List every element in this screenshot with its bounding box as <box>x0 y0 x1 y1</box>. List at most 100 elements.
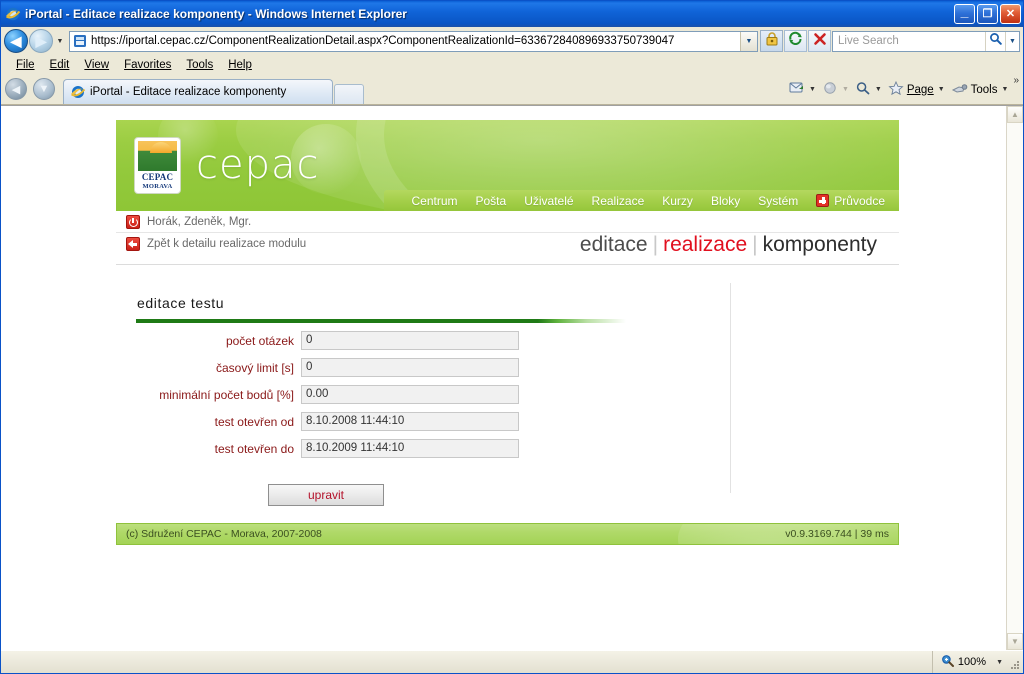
menu-edit[interactable]: Edit <box>43 57 78 73</box>
minimize-glyph: _ <box>960 2 969 19</box>
user-name[interactable]: Horák, Zdeněk, Mgr. <box>147 216 251 228</box>
refresh-button[interactable] <box>784 30 807 52</box>
input-pocet-otazek[interactable]: 0 <box>301 331 519 350</box>
edit-test-panel: editace testu počet otázek 0 časový limi… <box>136 295 626 506</box>
vertical-scrollbar[interactable]: ▲ ▼ <box>1006 106 1023 650</box>
menu-file[interactable]: File <box>9 57 43 73</box>
page-title-separator-1: | <box>652 233 659 256</box>
menu-tools[interactable]: Tools <box>179 57 221 73</box>
read-mail-button[interactable]: ▼ <box>786 79 819 100</box>
forward-button[interactable]: ▶ <box>29 29 53 53</box>
scroll-up-button[interactable]: ▲ <box>1007 106 1023 123</box>
upravit-button[interactable]: upravit <box>268 484 384 506</box>
logo-name: CEPAC <box>141 172 174 182</box>
search-dropdown-button[interactable]: ▼ <box>1005 31 1019 51</box>
nav-item-bloky[interactable]: Bloky <box>711 194 740 208</box>
chevron-down-icon: ▼ <box>1009 37 1016 45</box>
page-favicon-icon <box>73 34 87 48</box>
footer-copyright: (c) Sdružení CEPAC - Morava, 2007-2008 <box>126 528 322 540</box>
chevron-down-icon: ▼ <box>1011 637 1019 646</box>
label-test-otevren-od: test otevřen od <box>214 414 294 429</box>
menu-bar: File Edit View Favorites Tools Help <box>1 55 1023 75</box>
menu-tools-label: Tools <box>186 59 214 71</box>
tab-label: iPortal - Editace realizace komponenty <box>90 86 287 98</box>
security-lock-button[interactable] <box>760 30 783 52</box>
chevron-down-icon: ▼ <box>38 83 50 95</box>
search-icon <box>855 81 871 98</box>
url-bar[interactable]: https://iportal.cepac.cz/ComponentRealiz… <box>69 30 758 52</box>
search-box[interactable]: Live Search ▼ <box>832 30 1020 52</box>
logo-subtitle: MORAVA <box>142 183 173 190</box>
tools-button[interactable]: Tools ▼ <box>948 79 1012 100</box>
tab-list-button[interactable]: ▼ <box>33 78 55 100</box>
search-go-button[interactable] <box>985 31 1005 51</box>
input-test-otevren-do[interactable]: 8.10.2009 11:44:10 <box>301 439 519 458</box>
form-row-test-otevren-od: test otevřen od 8.10.2008 11:44:10 <box>136 412 626 431</box>
nav-item-kurzy[interactable]: Kurzy <box>662 194 693 208</box>
logout-icon[interactable] <box>126 215 140 229</box>
page-title-part-2: realizace <box>663 233 748 256</box>
zoom-control[interactable]: 100% ▼ <box>931 651 1009 673</box>
refresh-icon <box>788 31 803 51</box>
menu-favorites[interactable]: Favorites <box>117 57 179 73</box>
command-bar-overflow-button[interactable]: » <box>1013 75 1019 86</box>
chevron-down-icon: ▼ <box>745 37 753 45</box>
page-title-bar: editace | realizace | komponenty <box>116 233 899 265</box>
quick-tabs-button[interactable]: ◀ <box>5 78 27 100</box>
page-button-label: Page <box>906 83 934 96</box>
close-glyph: ✕ <box>1005 7 1016 20</box>
input-casovy-limit[interactable]: 0 <box>301 358 519 377</box>
input-minimalni-pocet-bodu[interactable]: 0.00 <box>301 385 519 404</box>
close-x-icon <box>813 32 827 51</box>
status-bar: 100% ▼ <box>1 650 1023 673</box>
lock-icon <box>765 31 779 51</box>
resize-grip[interactable] <box>1009 651 1023 673</box>
nav-item-posta[interactable]: Pošta <box>476 194 507 208</box>
menu-file-label: File <box>16 59 35 71</box>
menu-view[interactable]: View <box>77 57 117 73</box>
nav-item-realizace[interactable]: Realizace <box>592 194 645 208</box>
scrollbar-track[interactable] <box>1007 123 1023 633</box>
url-dropdown-button[interactable]: ▼ <box>740 31 757 51</box>
maximize-button[interactable]: ❐ <box>977 4 998 24</box>
nav-item-uzivatele[interactable]: Uživatelé <box>524 194 573 208</box>
input-test-otevren-od[interactable]: 8.10.2008 11:44:10 <box>301 412 519 431</box>
window-title: iPortal - Editace realizace komponenty -… <box>25 7 407 21</box>
footer-version: v0.9.3169.744 | 39 ms <box>785 528 889 540</box>
search-input[interactable]: Live Search <box>833 35 985 47</box>
scroll-down-button[interactable]: ▼ <box>1007 633 1023 650</box>
user-row: Horák, Zdeněk, Mgr. <box>116 211 899 232</box>
nav-item-pruvodce[interactable]: Průvodce <box>816 194 885 208</box>
form-row-casovy-limit: časový limit [s] 0 <box>136 358 626 377</box>
plus-icon <box>816 194 830 207</box>
tab-iportal[interactable]: iPortal - Editace realizace komponenty <box>63 79 333 104</box>
zoom-icon <box>941 654 954 670</box>
site-wordmark: cepac <box>196 142 320 188</box>
cepac-logo[interactable]: CEPAC MORAVA <box>134 137 181 194</box>
page-button[interactable]: Page ▼ <box>885 79 948 100</box>
address-bar-row: ◀ ▶ ▼ https://iportal.cepac.cz/Component… <box>1 27 1023 55</box>
chevron-down-icon: ▼ <box>996 658 1003 666</box>
stop-button[interactable] <box>808 30 831 52</box>
panel-heading: editace testu <box>137 295 225 311</box>
new-tab-button[interactable] <box>334 84 364 104</box>
print-button[interactable]: ▼ <box>819 79 852 100</box>
history-dropdown-button[interactable]: ▼ <box>53 30 67 52</box>
vertical-divider <box>730 283 731 493</box>
nav-item-centrum[interactable]: Centrum <box>411 194 457 208</box>
search-icon <box>989 32 1002 50</box>
find-button[interactable]: ▼ <box>852 79 885 100</box>
minimize-button[interactable]: _ <box>954 4 975 24</box>
nav-item-system[interactable]: Systém <box>758 194 798 208</box>
page-viewport: CEPAC MORAVA cepac Centrum Pošta Uživate… <box>1 105 1023 650</box>
maximize-glyph: ❐ <box>982 7 993 20</box>
web-page-content: CEPAC MORAVA cepac Centrum Pošta Uživate… <box>1 106 1006 650</box>
menu-help[interactable]: Help <box>221 57 260 73</box>
back-button[interactable]: ◀ <box>4 29 28 53</box>
form-row-minimalni-pocet-bodu: minimální počet bodů [%] 0.00 <box>136 385 626 404</box>
close-button[interactable]: ✕ <box>1000 4 1021 24</box>
browser-window: iPortal - Editace realizace komponenty -… <box>0 0 1024 674</box>
logo-graphic: CEPAC MORAVA <box>138 141 177 190</box>
chevron-up-icon: ▲ <box>1011 110 1019 119</box>
site-body: Horák, Zdeněk, Mgr. Zpět k detailu reali… <box>116 211 899 545</box>
